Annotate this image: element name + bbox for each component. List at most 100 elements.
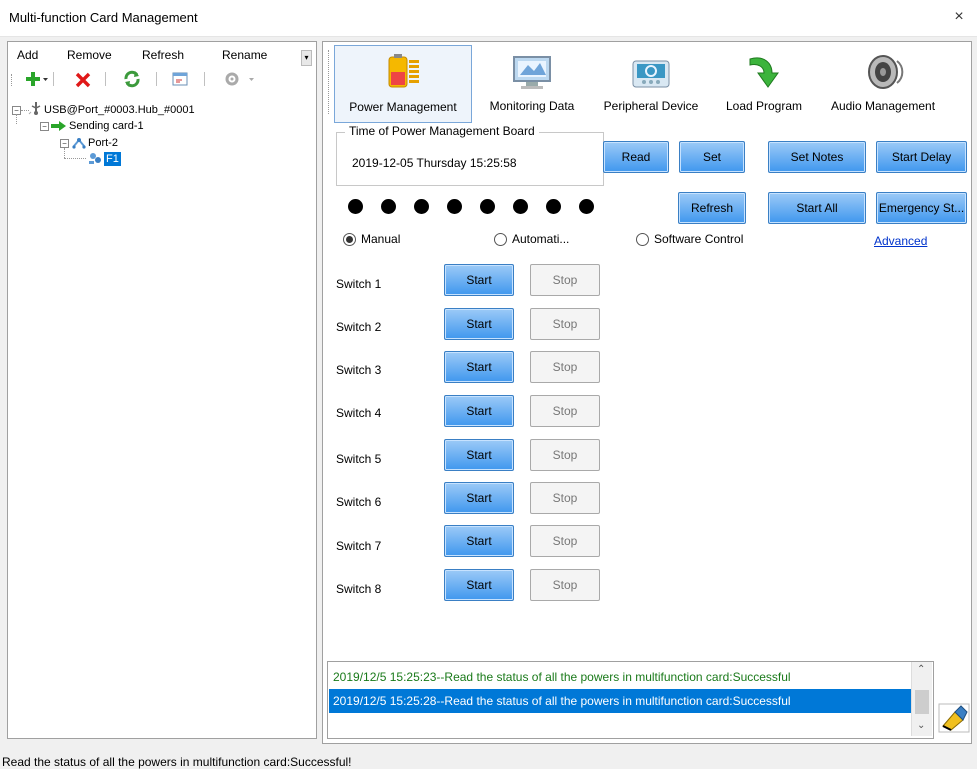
- log-entry[interactable]: 2019/12/5 15:25:23--Read the status of a…: [329, 665, 918, 689]
- switch-label: Switch 5: [336, 452, 382, 466]
- tab-label: Audio Management: [830, 99, 936, 113]
- main-window: Multi-function Card Management × Add Rem…: [0, 0, 977, 769]
- set-notes-button[interactable]: Set Notes: [768, 141, 866, 173]
- power-status-indicator: [513, 199, 528, 214]
- switch-6-stop-button[interactable]: Stop: [530, 482, 600, 514]
- menu-refresh[interactable]: Refresh: [142, 48, 184, 62]
- tab-label: Power Management: [349, 100, 457, 114]
- switch-3-stop-button[interactable]: Stop: [530, 351, 600, 383]
- power-status-indicator: [348, 199, 363, 214]
- switch-4-start-button[interactable]: Start: [444, 395, 514, 427]
- port-icon: [71, 136, 87, 150]
- content-panel: Power Management Monitoring Data Periphe…: [322, 41, 972, 744]
- add-icon[interactable]: [20, 69, 50, 89]
- tree-card-label-selected[interactable]: F1: [104, 152, 121, 166]
- log-scrollbar[interactable]: ⌃ ⌄: [911, 662, 932, 736]
- tab-audio-management[interactable]: Audio Management: [819, 45, 947, 121]
- tab-peripheral-device[interactable]: Peripheral Device: [592, 45, 710, 121]
- toolbar-separator: [53, 72, 54, 86]
- automatic-radio-label[interactable]: Automati...: [512, 232, 569, 246]
- toolbar-separator: [156, 72, 157, 86]
- tab-monitoring-data[interactable]: Monitoring Data: [474, 45, 590, 121]
- power-status-indicator: [579, 199, 594, 214]
- title-bar: Multi-function Card Management ×: [0, 0, 977, 37]
- switch-label: Switch 3: [336, 363, 382, 377]
- card-icon: [87, 151, 103, 165]
- menu-overflow-button[interactable]: ▾: [301, 50, 312, 66]
- read-button[interactable]: Read: [603, 141, 669, 173]
- usb-icon: [27, 100, 43, 116]
- tab-grip: [328, 50, 329, 114]
- refresh-icon[interactable]: [122, 69, 142, 89]
- set-button[interactable]: Set: [679, 141, 745, 173]
- switch-3-start-button[interactable]: Start: [444, 351, 514, 383]
- switch-label: Switch 1: [336, 277, 382, 291]
- switch-label: Switch 7: [336, 539, 382, 553]
- switch-2-start-button[interactable]: Start: [444, 308, 514, 340]
- rename-icon[interactable]: [171, 70, 189, 88]
- tab-label: Peripheral Device: [603, 99, 699, 113]
- monitor-icon: [510, 51, 554, 93]
- tab-label: Monitoring Data: [489, 99, 575, 113]
- advanced-link[interactable]: Advanced: [874, 234, 927, 248]
- switch-1-start-button[interactable]: Start: [444, 264, 514, 296]
- refresh-button[interactable]: Refresh: [678, 192, 746, 224]
- switch-label: Switch 4: [336, 406, 382, 420]
- switch-6-start-button[interactable]: Start: [444, 482, 514, 514]
- switch-2-stop-button[interactable]: Stop: [530, 308, 600, 340]
- toolbar-separator: [204, 72, 205, 86]
- log-entry-selected[interactable]: 2019/12/5 15:25:28--Read the status of a…: [329, 689, 918, 713]
- software-control-radio[interactable]: [636, 233, 649, 246]
- time-group-title: Time of Power Management Board: [345, 124, 539, 138]
- scroll-down-icon[interactable]: ⌄: [917, 720, 925, 731]
- start-delay-button[interactable]: Start Delay: [876, 141, 967, 173]
- emergency-stop-button[interactable]: Emergency St...: [876, 192, 967, 224]
- tree-collapse-icon[interactable]: −: [40, 122, 49, 131]
- remove-icon[interactable]: [74, 69, 92, 89]
- menu-rename[interactable]: Rename: [222, 48, 267, 62]
- switch-5-start-button[interactable]: Start: [444, 439, 514, 471]
- manual-radio[interactable]: [343, 233, 356, 246]
- scroll-up-icon[interactable]: ⌃: [917, 664, 925, 675]
- power-status-indicator: [546, 199, 561, 214]
- tree-connector: [64, 148, 65, 158]
- close-button[interactable]: ×: [949, 8, 969, 26]
- toolbar-separator: [105, 72, 106, 86]
- switch-1-stop-button[interactable]: Stop: [530, 264, 600, 296]
- software-control-radio-label[interactable]: Software Control: [654, 232, 743, 246]
- window-title: Multi-function Card Management: [9, 10, 198, 25]
- tab-power-management[interactable]: Power Management: [334, 45, 472, 123]
- power-status-indicator: [414, 199, 429, 214]
- switch-8-stop-button[interactable]: Stop: [530, 569, 600, 601]
- peripheral-device-icon: [629, 51, 673, 93]
- tree-connector: [64, 158, 86, 159]
- automatic-radio[interactable]: [494, 233, 507, 246]
- clear-log-icon[interactable]: [937, 700, 971, 734]
- switch-7-start-button[interactable]: Start: [444, 525, 514, 557]
- tree-root-label[interactable]: USB@Port_#0003.Hub_#0001: [44, 104, 195, 116]
- power-status-indicator: [447, 199, 462, 214]
- tree-connector: [16, 114, 17, 124]
- switch-4-stop-button[interactable]: Stop: [530, 395, 600, 427]
- tab-load-program[interactable]: Load Program: [712, 45, 816, 121]
- log-list[interactable]: 2019/12/5 15:25:23--Read the status of a…: [327, 661, 934, 739]
- settings-icon[interactable]: [223, 70, 257, 88]
- switch-label: Switch 8: [336, 582, 382, 596]
- start-all-button[interactable]: Start All: [768, 192, 866, 224]
- speaker-icon: [861, 51, 905, 93]
- load-arrow-icon: [742, 51, 786, 93]
- status-bar-text: Read the status of all the powers in mul…: [2, 755, 352, 769]
- power-status-indicator: [480, 199, 495, 214]
- tree-port-label[interactable]: Port-2: [88, 137, 118, 149]
- tree-collapse-icon[interactable]: −: [60, 139, 69, 148]
- board-datetime: 2019-12-05 Thursday 15:25:58: [352, 156, 517, 170]
- tree-sending-card-label[interactable]: Sending card-1: [69, 120, 144, 132]
- manual-radio-label[interactable]: Manual: [361, 232, 400, 246]
- switch-5-stop-button[interactable]: Stop: [530, 439, 600, 471]
- scroll-thumb[interactable]: [915, 690, 929, 714]
- switch-8-start-button[interactable]: Start: [444, 569, 514, 601]
- menu-remove[interactable]: Remove: [67, 48, 112, 62]
- switch-label: Switch 2: [336, 320, 382, 334]
- switch-7-stop-button[interactable]: Stop: [530, 525, 600, 557]
- menu-add[interactable]: Add: [17, 48, 38, 62]
